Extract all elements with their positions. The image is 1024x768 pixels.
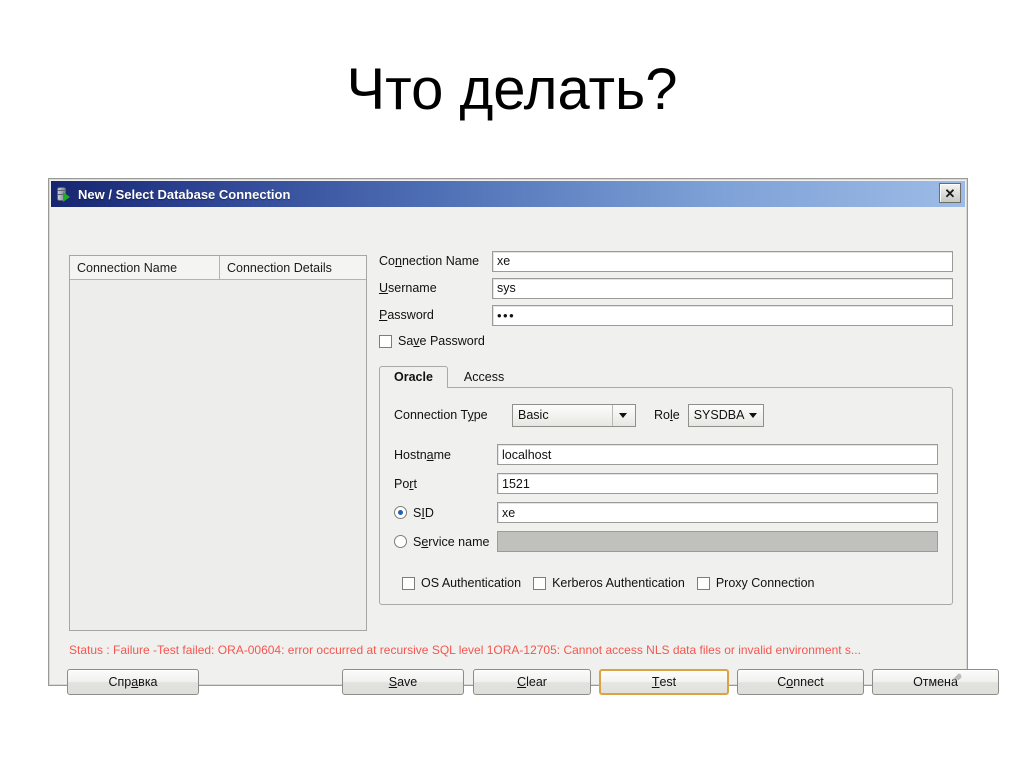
proxy-connection-checkbox[interactable]: [696, 576, 710, 590]
port-label: Port: [394, 476, 417, 491]
save-password-label: Save Password: [398, 334, 485, 348]
connection-name-label: Connection Name: [379, 254, 480, 268]
service-name-label: Service name: [413, 534, 490, 549]
chevron-down-icon: [619, 412, 627, 418]
connection-form: Connection Name xe Username sys Password…: [379, 249, 953, 605]
service-name-radio[interactable]: [394, 535, 407, 548]
sid-radio-wrap[interactable]: SID: [394, 506, 497, 520]
role-label: Role: [654, 408, 680, 422]
service-name-radio-wrap[interactable]: Service name: [394, 535, 497, 549]
cancel-button[interactable]: Отмена: [872, 669, 999, 695]
page-title: Что делать?: [346, 57, 678, 122]
hostname-label: Hostname: [394, 447, 451, 462]
connection-list-rows[interactable]: [70, 280, 366, 630]
connection-name-row: Connection Name xe: [379, 249, 953, 273]
resize-grip-icon[interactable]: [950, 666, 964, 681]
tabstrip: Oracle Access: [379, 364, 953, 388]
username-row: Username sys: [379, 276, 953, 300]
service-name-input: [497, 531, 938, 552]
authentication-options: OS Authentication Kerberos Authenticatio…: [394, 576, 938, 590]
dialog-titlebar: New / Select Database Connection ✕: [51, 181, 965, 207]
hostname-input[interactable]: localhost: [497, 444, 938, 465]
connection-name-input[interactable]: xe: [492, 250, 953, 272]
database-connection-dialog: New / Select Database Connection ✕ Conne…: [48, 178, 999, 695]
save-password-checkbox[interactable]: [379, 334, 392, 348]
help-button[interactable]: Спр а вка: [67, 669, 199, 695]
clear-button[interactable]: Clear: [473, 669, 591, 695]
connection-list[interactable]: Connection Name Connection Details: [69, 255, 367, 631]
status-message: Status : Failure -Test failed: ORA-00604…: [69, 643, 861, 657]
kerberos-authentication-option[interactable]: Kerberos Authentication: [533, 576, 685, 590]
oracle-tab-panel: Connection Type Basic Role SYSDBA Hostna…: [379, 387, 953, 605]
hostname-row: Hostname localhost: [394, 442, 938, 467]
kerberos-authentication-label: Kerberos Authentication: [552, 576, 685, 590]
role-value: SYSDBA: [693, 408, 745, 422]
sid-label: SID: [413, 505, 434, 520]
tab-access[interactable]: Access: [450, 367, 518, 387]
dialog-title: New / Select Database Connection: [78, 186, 291, 202]
os-authentication-label: OS Authentication: [421, 576, 522, 590]
connection-type-value: Basic: [518, 408, 549, 422]
sid-row: SID xe: [394, 500, 938, 525]
save-password-row[interactable]: Save Password: [379, 330, 953, 352]
connection-tabs: Oracle Access Connection Type Basic Role: [379, 364, 953, 605]
proxy-connection-option[interactable]: Proxy Connection: [696, 576, 815, 590]
dialog-body: Connection Name Connection Details Conne…: [49, 207, 999, 695]
password-label: Password: [379, 308, 434, 322]
dialog-button-bar: Спр а вка Save Clear Test Co nnect Отмена: [67, 669, 999, 695]
slide: Что делать? New / Select Database Connec…: [0, 0, 1024, 768]
connection-type-row: Connection Type Basic Role SYSDBA: [394, 402, 938, 428]
username-label: Username: [379, 281, 437, 295]
tab-oracle[interactable]: Oracle: [379, 366, 448, 388]
kerberos-authentication-checkbox[interactable]: [533, 576, 547, 590]
password-input[interactable]: •••: [492, 304, 953, 326]
database-connection-icon: [56, 186, 72, 202]
service-name-row: Service name: [394, 529, 938, 554]
connection-type-label: Connection Type: [394, 408, 488, 422]
connect-button[interactable]: Co nnect: [737, 669, 864, 695]
sid-input[interactable]: xe: [497, 502, 938, 523]
port-input[interactable]: 1521: [497, 473, 938, 494]
column-header-connection-details[interactable]: Connection Details: [220, 256, 366, 279]
column-header-connection-name[interactable]: Connection Name: [70, 256, 220, 279]
connection-type-select[interactable]: Basic: [512, 403, 636, 427]
close-icon[interactable]: ✕: [939, 183, 961, 203]
proxy-connection-label: Proxy Connection: [715, 576, 815, 590]
os-authentication-option[interactable]: OS Authentication: [402, 576, 521, 590]
connection-list-header: Connection Name Connection Details: [70, 256, 366, 280]
role-select[interactable]: SYSDBA: [687, 403, 764, 427]
port-row: Port 1521: [394, 471, 938, 496]
password-row: Password •••: [379, 303, 953, 327]
chevron-down-icon: [748, 412, 757, 418]
test-button[interactable]: Test: [599, 669, 729, 695]
os-authentication-checkbox[interactable]: [402, 576, 415, 590]
username-input[interactable]: sys: [492, 277, 953, 299]
sid-radio[interactable]: [394, 506, 407, 519]
save-button[interactable]: Save: [342, 669, 464, 695]
